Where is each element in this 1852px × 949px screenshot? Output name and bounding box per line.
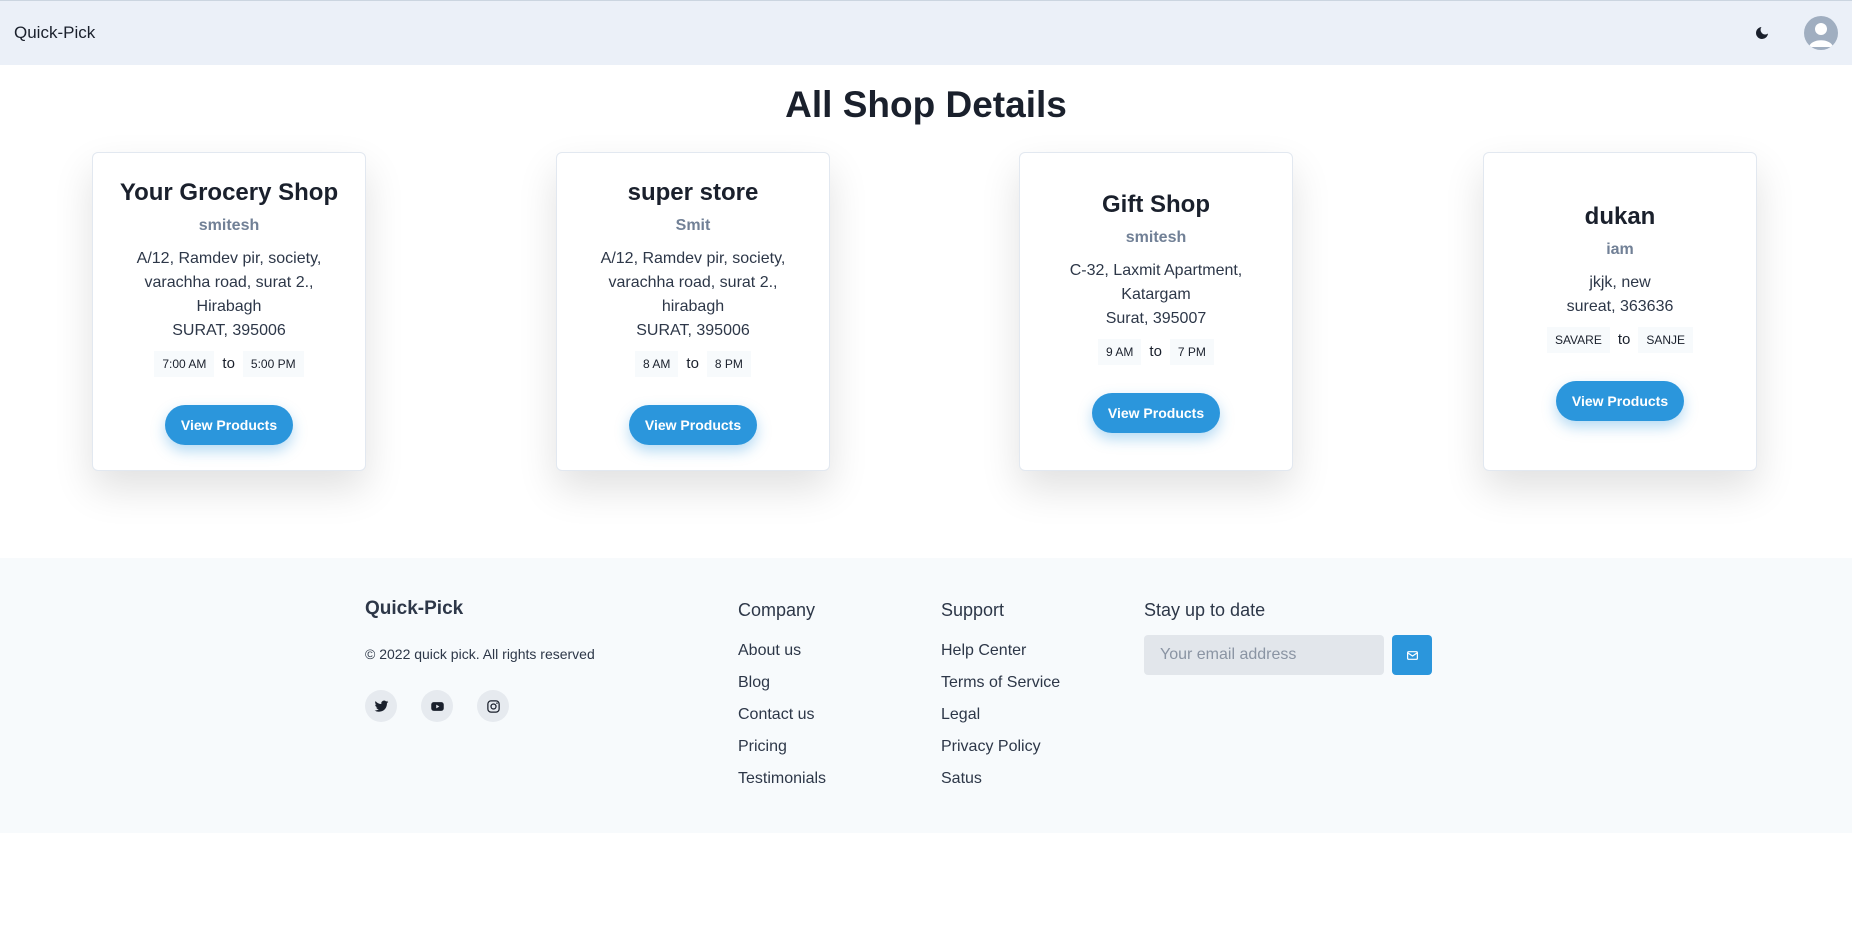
shop-address: A/12, Ramdev pir, society, varachha road… [601,247,786,343]
footer-link-legal[interactable]: Legal [941,699,1060,731]
address-line: Katargam [1121,285,1191,303]
shop-owner: smitesh [198,216,260,234]
social-links [365,690,509,722]
footer-link-blog[interactable]: Blog [738,667,826,699]
shop-hours: 9 AM to 7 PM [1098,338,1214,365]
navbar-actions [1742,13,1838,53]
address-line: varachha road, surat 2., [608,273,778,291]
brand-logo[interactable]: Quick-Pick [14,23,95,43]
footer-link-status[interactable]: Satus [941,763,1060,795]
email-input[interactable] [1144,635,1384,675]
open-time: 9 AM [1098,338,1142,365]
site-footer: Quick-Pick © 2022 quick pick. All rights… [0,558,1852,833]
open-time: 8 AM [635,350,679,377]
youtube-icon[interactable] [421,690,453,722]
open-time: SAVARE [1546,326,1610,353]
instagram-icon[interactable] [477,690,509,722]
footer-brand: Quick-Pick [365,598,464,619]
footer-link-testimonials[interactable]: Testimonials [738,763,826,795]
address-line: jkjk, new [1589,273,1651,291]
address-line: A/12, Ramdev pir, society, [600,249,786,267]
footer-company-column: Company About us Blog Contact us Pricing… [738,600,826,795]
shop-name: dukan [1584,202,1656,230]
close-time: 8 PM [706,350,751,377]
shop-card: Gift Shop smitesh C-32, Laxmit Apartment… [1019,152,1293,471]
footer-link-pricing[interactable]: Pricing [738,731,826,763]
shop-address: C-32, Laxmit Apartment, Katargam Surat, … [1070,259,1243,331]
shop-name: Your Grocery Shop [119,178,339,206]
shop-card: Your Grocery Shop smitesh A/12, Ramdev p… [92,152,366,471]
view-products-button[interactable]: View Products [1091,392,1221,433]
footer-support-column: Support Help Center Terms of Service Leg… [941,600,1060,795]
footer-link-help[interactable]: Help Center [941,635,1060,667]
shop-owner: Smit [675,216,711,234]
footer-support-heading: Support [941,600,1005,620]
page-title: All Shop Details [785,84,1067,125]
shop-card: dukan iam jkjk, new sureat, 363636 SAVAR… [1483,152,1757,471]
shop-name: Gift Shop [1102,190,1210,218]
close-time: 5:00 PM [242,350,304,377]
footer-link-terms[interactable]: Terms of Service [941,667,1060,699]
shop-owner: iam [1606,240,1634,258]
address-line: varachha road, surat 2., [144,273,314,291]
footer-link-privacy[interactable]: Privacy Policy [941,731,1060,763]
hours-separator: to [686,355,699,372]
address-line: sureat, 363636 [1566,297,1674,315]
footer-link-about[interactable]: About us [738,635,826,667]
footer-newsletter-column: Stay up to date [1144,600,1432,675]
address-line: hirabagh [661,297,725,315]
send-mail-icon[interactable] [1392,635,1432,675]
shop-card-list: Your Grocery Shop smitesh A/12, Ramdev p… [0,152,1852,472]
hours-separator: to [1149,343,1162,360]
footer-company-heading: Company [738,600,816,620]
address-line: A/12, Ramdev pir, society, [136,249,322,267]
twitter-icon[interactable] [365,690,397,722]
footer-link-contact[interactable]: Contact us [738,699,826,731]
shop-hours: SAVARE to SANJE [1546,326,1694,353]
footer-copyright: © 2022 quick pick. All rights reserved [365,646,595,662]
shop-hours: 8 AM to 8 PM [635,350,751,377]
hours-separator: to [222,355,235,372]
view-products-button[interactable]: View Products [628,404,758,445]
shop-name: super store [627,178,759,206]
shop-card: super store Smit A/12, Ramdev pir, socie… [556,152,830,471]
newsletter-heading: Stay up to date [1144,600,1266,620]
address-line: Hirabagh [196,297,262,315]
shop-address: A/12, Ramdev pir, society, varachha road… [137,247,322,343]
shop-address: jkjk, new sureat, 363636 [1567,271,1674,319]
view-products-button[interactable]: View Products [164,404,294,445]
moon-icon[interactable] [1742,13,1782,53]
user-avatar-icon[interactable] [1804,16,1838,50]
view-products-button[interactable]: View Products [1555,380,1685,421]
open-time: 7:00 AM [154,350,215,377]
newsletter-form [1144,635,1432,675]
address-line: Surat, 395007 [1105,309,1207,327]
address-line: C-32, Laxmit Apartment, [1069,261,1243,279]
shop-owner: smitesh [1125,228,1187,246]
address-line: SURAT, 395006 [636,321,750,339]
close-time: SANJE [1638,326,1694,353]
close-time: 7 PM [1169,338,1214,365]
top-navbar: Quick-Pick [0,0,1852,65]
shop-hours: 7:00 AM to 5:00 PM [154,350,304,377]
hours-separator: to [1617,331,1631,348]
address-line: SURAT, 395006 [172,321,286,339]
